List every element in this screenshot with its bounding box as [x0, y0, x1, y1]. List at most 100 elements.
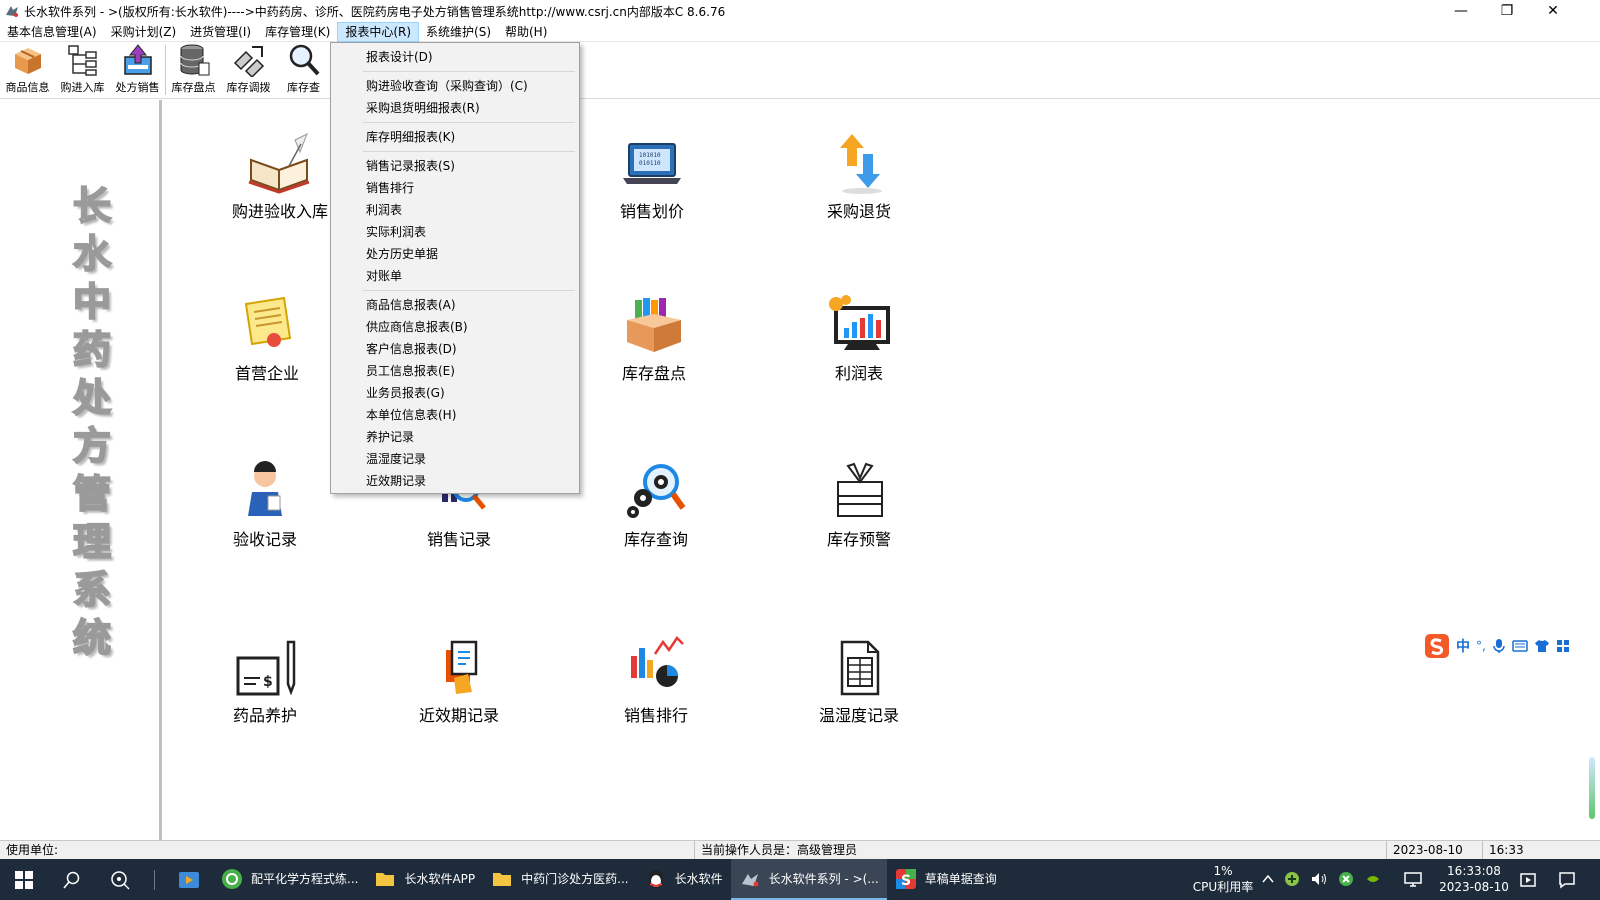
tile-purchase-return[interactable]: 采购退货 [794, 130, 924, 222]
menuitem-employee-info-report[interactable]: 员工信息报表(E) [331, 360, 579, 382]
sogou-logo-icon [1425, 634, 1449, 658]
taskbar-video-player[interactable] [165, 859, 213, 900]
clock[interactable]: 16:33:08 2023-08-10 [1432, 863, 1516, 895]
search-button[interactable] [48, 859, 96, 900]
monitor-chart-icon [829, 295, 890, 350]
keyboard-icon[interactable] [1512, 640, 1528, 652]
menu-separator [363, 122, 575, 123]
menuitem-purchase-return-detail[interactable]: 采购退货明细报表(R) [331, 97, 579, 119]
menuitem-sales-record-report[interactable]: 销售记录报表(S) [331, 155, 579, 177]
menuitem-maintenance-records[interactable]: 养护记录 [331, 426, 579, 448]
tile-near-expiry[interactable]: 近效期记录 [394, 634, 524, 726]
toolbar-stock-transfer-button[interactable]: 库存调拨 [221, 42, 276, 99]
ime-toolbar[interactable]: 中 °, [1418, 630, 1600, 662]
folder-icon [376, 872, 395, 886]
toolbar-prescription-sale-button[interactable]: 处方销售 [110, 42, 165, 99]
ime-mode-label[interactable]: 中 [1456, 636, 1470, 656]
menuitem-profit-table[interactable]: 利润表 [331, 199, 579, 221]
tile-label: 销售排行 [623, 706, 688, 725]
menuitem-actual-profit[interactable]: 实际利润表 [331, 221, 579, 243]
toolbar-label: 库存盘点 [171, 81, 216, 94]
microphone-icon[interactable] [1492, 638, 1506, 654]
chevron-up-icon[interactable] [1262, 874, 1274, 884]
menu-help[interactable]: 帮助(H) [498, 22, 554, 42]
taskbar-divider [154, 869, 155, 890]
menuitem-sales-ranking[interactable]: 销售排行 [331, 177, 579, 199]
green-plus-icon[interactable] [1284, 871, 1300, 887]
tile-label: 库存盘点 [621, 364, 686, 383]
speaker-icon[interactable] [1310, 871, 1328, 887]
menuitem-salesman-report[interactable]: 业务员报表(G) [331, 382, 579, 404]
menuitem-stock-detail-report[interactable]: 库存明细报表(K) [331, 126, 579, 148]
menu-system[interactable]: 系统维护(S) [419, 22, 498, 42]
tile-sales-ranking[interactable]: 销售排行 [591, 634, 721, 726]
menuitem-humidity-records[interactable]: 温湿度记录 [331, 448, 579, 470]
taskbar-app-draft-query[interactable]: S 草稿单据查询 [887, 859, 1005, 900]
taskbar-app-clinic[interactable]: 中药门诊处方医药... [483, 859, 636, 900]
taskbar-app-changshui-app[interactable]: 长水软件APP [366, 859, 483, 900]
scroll-indicator[interactable] [1589, 757, 1595, 819]
menu-inventory[interactable]: 库存管理(K) [258, 22, 337, 42]
svg-text:010110: 010110 [639, 160, 661, 167]
menuitem-report-design[interactable]: 报表设计(D) [331, 46, 579, 68]
toolbar-purchase-in-button[interactable]: 购进入库 [55, 42, 110, 99]
tile-stock-query[interactable]: 库存查询 [591, 458, 721, 550]
tile-first-supplier[interactable]: 首营企业 [202, 292, 332, 384]
menuitem-near-expiry-records[interactable]: 近效期记录 [331, 470, 579, 492]
tile-sales-pricing[interactable]: 101010 010110 销售划价 [587, 130, 717, 222]
banner-char: 水 [72, 230, 112, 277]
network-icon[interactable] [1404, 872, 1422, 888]
toolbar-product-info-button[interactable]: 商品信息 [0, 42, 55, 99]
menu-stock-in[interactable]: 进货管理(I) [183, 22, 258, 42]
green-x-icon[interactable] [1338, 871, 1354, 887]
menuitem-unit-info-report[interactable]: 本单位信息表(H) [331, 404, 579, 426]
banner-char: 处 [72, 374, 112, 421]
tile-stock-check[interactable]: 库存盘点 [589, 292, 719, 384]
toolbar-label: 库存查 [287, 81, 320, 94]
folder-icon [493, 872, 512, 886]
minimize-button[interactable]: — [1438, 0, 1484, 22]
tile-humidity-records[interactable]: 温湿度记录 [794, 634, 924, 726]
tile-stock-alert[interactable]: 库存预警 [794, 458, 924, 550]
tile-inspection-records[interactable]: 验收记录 [200, 458, 330, 550]
search-icon [63, 871, 80, 888]
desktop-play-icon[interactable] [1520, 872, 1536, 888]
start-button[interactable] [0, 859, 48, 900]
task-view-button[interactable] [96, 859, 144, 900]
tile-label: 验收记录 [232, 530, 297, 549]
tile-purchase-receive[interactable]: 购进验收入库 [215, 130, 345, 222]
menuitem-supplier-info-report[interactable]: 供应商信息报表(B) [331, 316, 579, 338]
ime-punct-label[interactable]: °, [1476, 639, 1486, 653]
tile-profit-table[interactable]: 利润表 [794, 292, 924, 384]
menuitem-statement[interactable]: 对账单 [331, 265, 579, 287]
menuitem-product-info-report[interactable]: 商品信息报表(A) [331, 294, 579, 316]
restore-button[interactable]: ❐ [1484, 0, 1530, 22]
taskbar-app-chemistry[interactable]: 配平化学方程式练... [213, 859, 366, 900]
cpu-label: CPU利用率 [1192, 880, 1254, 894]
menu-separator [363, 151, 575, 152]
title-bar: 长水软件系列 - >(版权所有:长水软件)---->中药药房、诊所、医院药房电子… [0, 0, 1600, 22]
taskbar-app-changshui[interactable]: 长水软件 [637, 859, 731, 900]
menuitem-prescription-history[interactable]: 处方历史单据 [331, 243, 579, 265]
taskbar-app-label: 草稿单据查询 [924, 872, 997, 886]
menu-basic-info[interactable]: 基本信息管理(A) [0, 22, 104, 42]
taskbar-app-changshui-series[interactable]: 长水软件系列 - >(... [730, 859, 887, 900]
menu-reports[interactable]: 报表中心(R) [337, 21, 420, 42]
tile-label: 首营企业 [234, 364, 299, 383]
toolbar-stock-query-button[interactable]: 库存查 [276, 42, 331, 99]
menu-purchase-plan[interactable]: 采购计划(Z) [104, 22, 184, 42]
tile-label: 销售记录 [426, 530, 491, 549]
toolbar-stock-check-button[interactable]: 库存盘点 [166, 42, 221, 99]
up-down-arrows-icon [840, 134, 882, 194]
skin-shirt-icon[interactable] [1534, 639, 1550, 653]
left-banner: 长 水 中 药 处 方 管 理 系 统 [0, 100, 162, 840]
grid-menu-icon[interactable] [1556, 639, 1570, 653]
menuitem-customer-info-report[interactable]: 客户信息报表(D) [331, 338, 579, 360]
nvidia-icon[interactable] [1364, 872, 1382, 886]
notification-icon[interactable] [1558, 871, 1576, 889]
cpu-monitor[interactable]: 1% CPU利用率 [1188, 863, 1258, 895]
close-button[interactable]: ✕ [1530, 0, 1576, 22]
tile-drug-maintenance[interactable]: $ 药品养护 [200, 634, 330, 726]
taskbar-app-label: 配平化学方程式练... [251, 872, 359, 886]
menuitem-purchase-inspection-query[interactable]: 购进验收查询（采购查询）(C) [331, 75, 579, 97]
